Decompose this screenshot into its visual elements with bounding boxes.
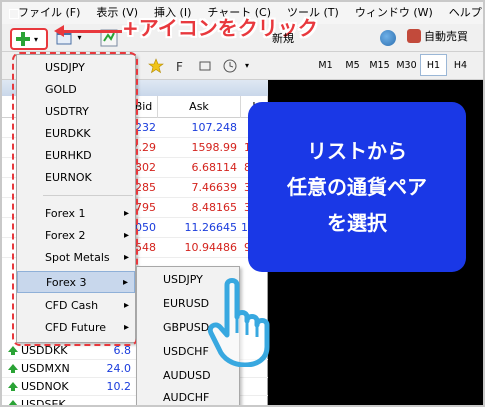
auto-trade-label: 自動売買 [424,30,468,43]
dropdown-group-cfd-future[interactable]: CFD Future [17,317,135,339]
bid-cell: 6.8 [113,344,132,357]
new-order-label[interactable]: 新規 [272,30,294,46]
plus-icon [15,31,31,47]
timeframe-m30[interactable]: M30 [393,54,420,76]
ask-cell: 8.48165 [191,201,238,214]
submenu-item-audusd[interactable]: AUDUSD [137,365,239,387]
ask-cell: 6.68114 [191,161,238,174]
timeframe-h4[interactable]: H4 [447,54,474,76]
callout-line-1: リストから [307,139,407,163]
timeframe-m1[interactable]: M1 [312,54,339,76]
ask-cell: 1598.99 [191,141,238,154]
dropdown-group-forex1[interactable]: Forex 1 [17,203,135,225]
submenu-item-audchf[interactable]: AUDCHF [137,387,239,405]
dropdown-item-eurdkk[interactable]: EURDKK [17,123,135,145]
chevron-down-icon: ▾ [34,34,39,44]
symbol-cell: USDDKK [21,343,68,357]
svg-text:F: F [176,60,183,74]
callout-arrow [54,25,122,37]
timeframe-h1[interactable]: H1 [420,54,447,76]
ask-cell: 107.248 [191,121,238,134]
dropdown-item-usdtry[interactable]: USDTRY [17,101,135,123]
menu-file[interactable]: ファイル (F) [10,2,88,24]
dropdown-item-eurhkd[interactable]: EURHKD [17,145,135,167]
ask-column-header[interactable]: Ask [158,96,241,118]
new-chart-dropdown: USDJPY GOLD USDTRY EURDKK EURHKD EURNOK … [16,54,136,343]
dropdown-group-forex3[interactable]: Forex 3 [17,271,135,294]
callout-line-3: を選択 [327,211,387,235]
bid-cell: 10.2 [106,380,132,393]
ask-cell: 7.46639 [191,181,238,194]
app-window: ファイル (F) 表示 (V) 挿入 (I) チャート (C) ツール (T) … [0,0,485,407]
dropdown-group-cfd-cash[interactable]: CFD Cash [17,295,135,317]
timeframe-bar: M1 M5 M15 M30 H1 H4 [312,54,474,78]
dropdown-group-spot-metals[interactable]: Spot Metals [17,247,135,269]
instruction-callout: リストから 任意の通貨ペア を選択 [248,102,466,272]
menu-help[interactable]: ヘルプ (H) [441,2,483,24]
up-arrow-icon [8,345,18,356]
auto-trade-button[interactable]: 自動売買 [407,28,468,44]
up-arrow-icon [8,363,18,374]
dropdown-group-forex2[interactable]: Forex 2 [17,225,135,247]
dropdown-item-eurnok[interactable]: EURNOK [17,167,135,189]
text-tool-icon[interactable]: F [174,58,190,74]
dropdown-item-usdjpy[interactable]: USDJPY [17,57,135,79]
new-chart-button[interactable]: ▾ [10,28,48,50]
globe-icon[interactable] [380,30,396,46]
dropdown-item-gold[interactable]: GOLD [17,79,135,101]
auto-trade-icon [407,29,421,43]
bid-cell: 24.0 [106,362,132,375]
callout-line-2: 任意の通貨ペア [287,175,427,199]
symbol-cell: USDMXN [21,361,70,375]
period-icon[interactable] [222,58,238,74]
ask-cell: 10.94486 [184,241,238,254]
ask-cell: 11.26645 [184,221,238,234]
chevron-down-icon[interactable]: ▾ [245,61,249,70]
bid-cell [97,396,131,405]
star-icon[interactable] [148,57,164,74]
up-arrow-icon [8,381,18,392]
dropdown-separator [43,195,133,196]
timeframe-m15[interactable]: M15 [366,54,393,76]
chevron-down-icon: ▾ [77,33,82,42]
hand-pointer-icon [207,278,270,367]
timeframe-m5[interactable]: M5 [339,54,366,76]
menu-window[interactable]: ウィンドウ (W) [347,2,441,24]
symbol-cell: USDSEK [21,397,66,407]
shapes-icon[interactable] [198,58,214,74]
symbol-cell: USDNOK [21,379,69,393]
up-arrow-icon [8,399,18,405]
